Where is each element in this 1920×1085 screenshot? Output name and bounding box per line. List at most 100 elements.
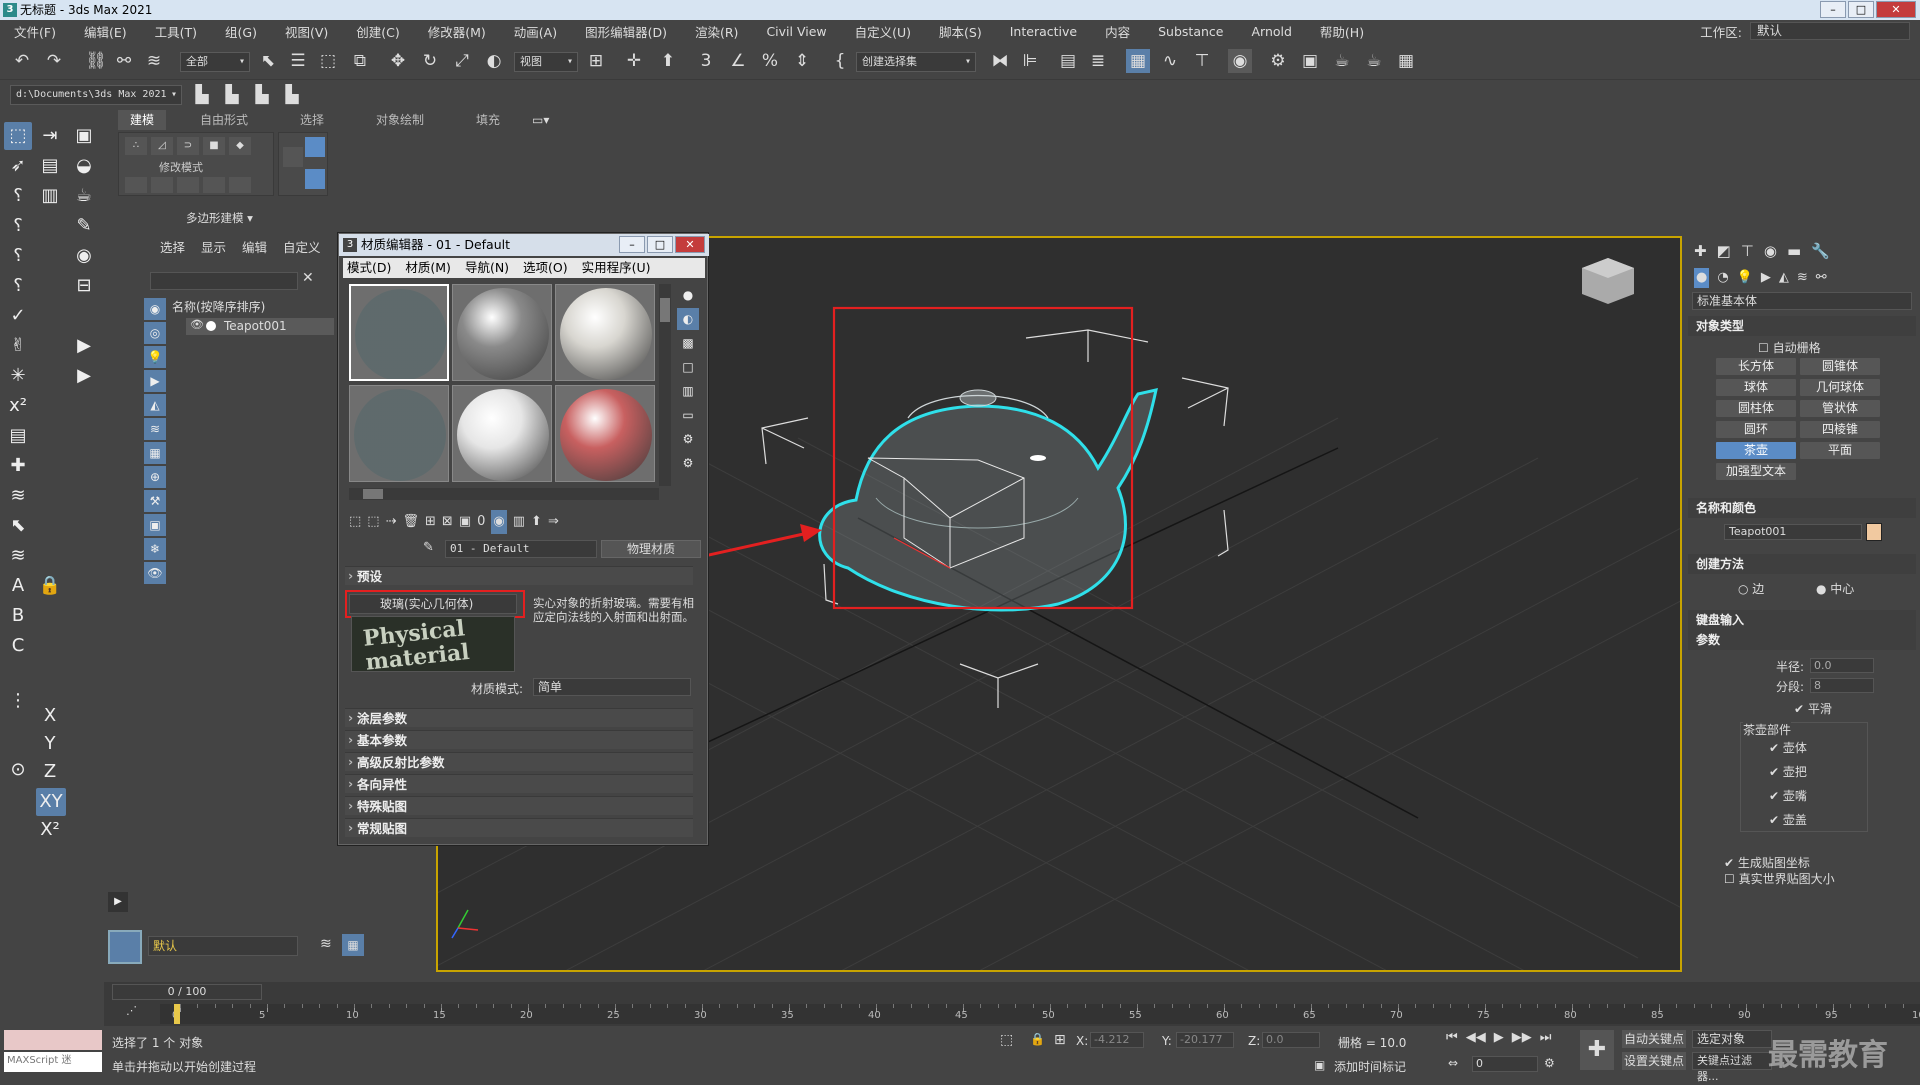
keyboard-entry-header[interactable]: 键盘输入: [1688, 610, 1916, 630]
material-slot-2[interactable]: [555, 284, 655, 381]
timeline-cursor[interactable]: [174, 1004, 180, 1024]
current-frame-field[interactable]: 0: [1472, 1056, 1538, 1072]
mated-menu-utilities[interactable]: 实用程序(U): [582, 258, 651, 278]
hierarchy-tab-icon[interactable]: ⊤: [1741, 240, 1754, 262]
material-type-button[interactable]: 物理材质: [601, 540, 701, 558]
object-name-field[interactable]: Teapot001: [1724, 524, 1862, 540]
video-check-icon[interactable]: ▥: [677, 380, 699, 402]
maxscript-listener-area[interactable]: [4, 1030, 102, 1050]
systems-icon[interactable]: ⚯: [1816, 268, 1827, 288]
object-type-header[interactable]: 对象类型: [1688, 316, 1916, 336]
rollout-special-maps[interactable]: 特殊贴图: [345, 796, 693, 815]
mated-menu-navigation[interactable]: 导航(N): [465, 258, 509, 278]
maxscript-input[interactable]: MAXScript 迷: [4, 1052, 102, 1072]
x-coord-field[interactable]: -4.212: [1090, 1032, 1144, 1048]
get-material-icon[interactable]: ⬚: [349, 510, 361, 534]
options-icon[interactable]: ⚙: [677, 428, 699, 450]
edge-radio[interactable]: ○ 边: [1738, 580, 1764, 597]
autogrid-checkbox[interactable]: ☐ 自动栅格: [1758, 339, 1821, 356]
time-slider[interactable]: 0 / 100: [112, 984, 262, 1000]
primitive-button-4[interactable]: 圆柱体: [1716, 400, 1796, 417]
next-frame-icon[interactable]: ▶▶: [1512, 1030, 1532, 1045]
play-icon[interactable]: ▶: [1494, 1030, 1504, 1045]
material-id-icon[interactable]: 0: [477, 510, 485, 534]
goto-end-icon[interactable]: ⏭: [1540, 1030, 1552, 1045]
abs-mode-icon[interactable]: ⊞: [1054, 1032, 1066, 1048]
radius-spinner[interactable]: 0.0: [1810, 658, 1874, 673]
modify-tab-icon[interactable]: ◩: [1717, 240, 1731, 262]
rollout-anisotropy[interactable]: 各向异性: [345, 774, 693, 793]
object-color-swatch[interactable]: [1866, 523, 1882, 541]
show-shaded-icon[interactable]: ◉: [491, 510, 507, 534]
curve-editor-mini-icon[interactable]: ⋰: [126, 1004, 137, 1017]
auto-key-button[interactable]: 自动关键点: [1622, 1030, 1686, 1048]
set-key-button[interactable]: 设置关键点: [1622, 1052, 1686, 1070]
real-world-checkbox[interactable]: ☐ 真实世界贴图大小: [1724, 870, 1835, 887]
center-radio[interactable]: ● 中心: [1816, 580, 1854, 597]
material-slot-1[interactable]: [452, 284, 552, 381]
smooth-checkbox[interactable]: ✔ 平滑: [1794, 700, 1832, 717]
utilities-tab-icon[interactable]: 🔧: [1811, 240, 1830, 262]
primitive-button-1[interactable]: 圆锥体: [1800, 358, 1880, 375]
material-slot-0[interactable]: [349, 284, 449, 381]
rollout-basic[interactable]: 基本参数: [345, 730, 693, 749]
slots-hscroll[interactable]: [349, 488, 659, 500]
show-end-result-icon[interactable]: ▥: [513, 510, 525, 534]
geometry-icon[interactable]: ●: [1694, 268, 1710, 288]
set-key-big-icon[interactable]: ✚: [1580, 1030, 1614, 1070]
prev-frame-icon[interactable]: ◀◀: [1466, 1030, 1486, 1045]
material-mode-dropdown[interactable]: 简单: [533, 678, 691, 696]
primitive-button-10[interactable]: 加强型文本: [1716, 463, 1796, 480]
primitive-button-0[interactable]: 长方体: [1716, 358, 1796, 375]
material-editor-titlebar[interactable]: 3 材质编辑器 - 01 - Default – □ ✕: [339, 234, 709, 256]
uv-tiling-icon[interactable]: □: [677, 356, 699, 378]
gen-uv-checkbox[interactable]: ✔ 生成贴图坐标: [1724, 854, 1810, 871]
assign-material-icon[interactable]: ⇢: [386, 510, 397, 534]
timeline-ruler[interactable]: 0510152025303540455055606570758085909510…: [160, 1004, 1920, 1024]
mated-maximize-button[interactable]: □: [647, 236, 673, 253]
segments-spinner[interactable]: 8: [1810, 678, 1874, 693]
reset-map-icon[interactable]: 🗑: [403, 510, 420, 534]
display-tab-icon[interactable]: ▬: [1787, 240, 1801, 262]
put-to-scene-icon[interactable]: ⬚: [367, 510, 379, 534]
cameras-icon[interactable]: ▶: [1761, 268, 1771, 288]
slots-vscroll-thumb[interactable]: [660, 298, 670, 322]
creation-method-header[interactable]: 创建方法: [1688, 554, 1916, 574]
slots-vscroll[interactable]: [659, 284, 671, 486]
time-tag-icon[interactable]: ▣: [1314, 1058, 1325, 1072]
primitive-button-7[interactable]: 四棱锥: [1800, 421, 1880, 438]
make-copy-icon[interactable]: ⊞: [425, 510, 436, 534]
key-target-dropdown[interactable]: 选定对象: [1692, 1030, 1772, 1048]
primitive-button-9[interactable]: 平面: [1800, 442, 1880, 459]
material-slot-5[interactable]: [555, 385, 655, 482]
go-forward-icon[interactable]: ⇒: [548, 510, 559, 534]
parameters-header[interactable]: 参数: [1688, 630, 1916, 650]
mated-close-button[interactable]: ✕: [675, 236, 705, 253]
part-spout-checkbox[interactable]: ✔ 壶嘴: [1769, 787, 1807, 804]
key-mode-icon[interactable]: ⇔: [1448, 1056, 1458, 1070]
presets-rollout-header[interactable]: 预设: [345, 566, 693, 585]
rollout-generic-maps[interactable]: 常规贴图: [345, 818, 693, 837]
z-coord-field[interactable]: 0.0: [1262, 1032, 1320, 1048]
primitive-button-3[interactable]: 几何球体: [1800, 379, 1880, 396]
time-config-icon[interactable]: ⚙: [1544, 1056, 1555, 1070]
material-slot-4[interactable]: [452, 385, 552, 482]
mated-menu-mode[interactable]: 模式(D): [347, 258, 391, 278]
shapes-icon[interactable]: ◔: [1717, 268, 1728, 288]
sample-type-icon[interactable]: ●: [677, 284, 699, 306]
primitive-button-6[interactable]: 圆环: [1716, 421, 1796, 438]
helpers-icon[interactable]: ◭: [1779, 268, 1789, 288]
select-by-mat-icon[interactable]: ⚙: [677, 452, 699, 474]
primitive-category-dropdown[interactable]: 标准基本体: [1692, 292, 1912, 310]
create-tab-icon[interactable]: ✚: [1694, 240, 1707, 262]
eyedropper-icon[interactable]: ✎: [423, 540, 434, 555]
add-time-tag-label[interactable]: 添加时间标记: [1334, 1058, 1406, 1075]
material-name-dropdown[interactable]: 01 - Default: [445, 540, 597, 558]
make-unique-icon[interactable]: ⊠: [442, 510, 453, 534]
primitive-button-8[interactable]: 茶壶: [1716, 442, 1796, 459]
key-filters-button[interactable]: 关键点过滤器...: [1692, 1052, 1772, 1083]
material-slot-3[interactable]: [349, 385, 449, 482]
goto-start-icon[interactable]: ⏮: [1446, 1030, 1458, 1045]
selection-lock-icon[interactable]: 🔒: [1030, 1032, 1045, 1046]
rollout-advanced-reflectance[interactable]: 高级反射比参数: [345, 752, 693, 771]
